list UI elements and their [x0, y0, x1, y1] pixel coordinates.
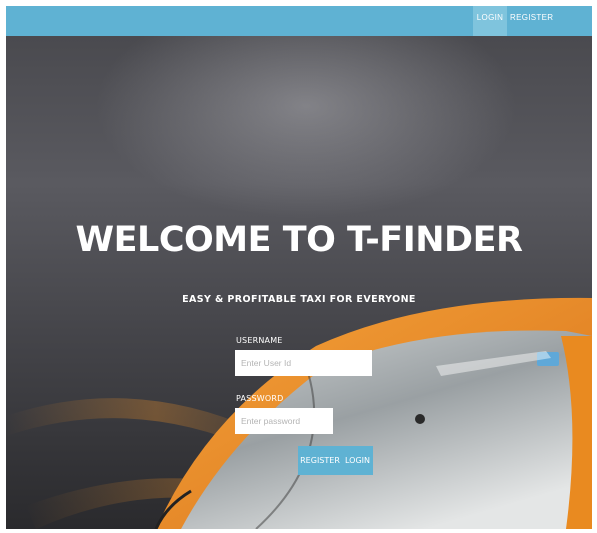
login-button[interactable]: LOGIN	[342, 446, 373, 475]
password-label: PASSWORD	[236, 394, 284, 403]
page-frame: LOGIN REGISTER WELCOME TO T-FINDER EASY …	[6, 6, 592, 529]
nav-register-link[interactable]: REGISTER	[510, 6, 553, 36]
username-label: USERNAME	[236, 336, 283, 345]
nav-login-link[interactable]: LOGIN	[473, 6, 507, 36]
top-navbar: LOGIN REGISTER	[6, 6, 592, 36]
register-button[interactable]: REGISTER	[298, 446, 342, 475]
form-button-group: REGISTER LOGIN	[298, 446, 373, 475]
hero-subtitle: EASY & PROFITABLE TAXI FOR EVERYONE	[182, 294, 416, 305]
username-input[interactable]	[235, 350, 372, 376]
password-input[interactable]	[235, 408, 333, 434]
hero-title: WELCOME TO T-FINDER	[75, 220, 523, 260]
hero-section: WELCOME TO T-FINDER EASY & PROFITABLE TA…	[6, 36, 592, 529]
